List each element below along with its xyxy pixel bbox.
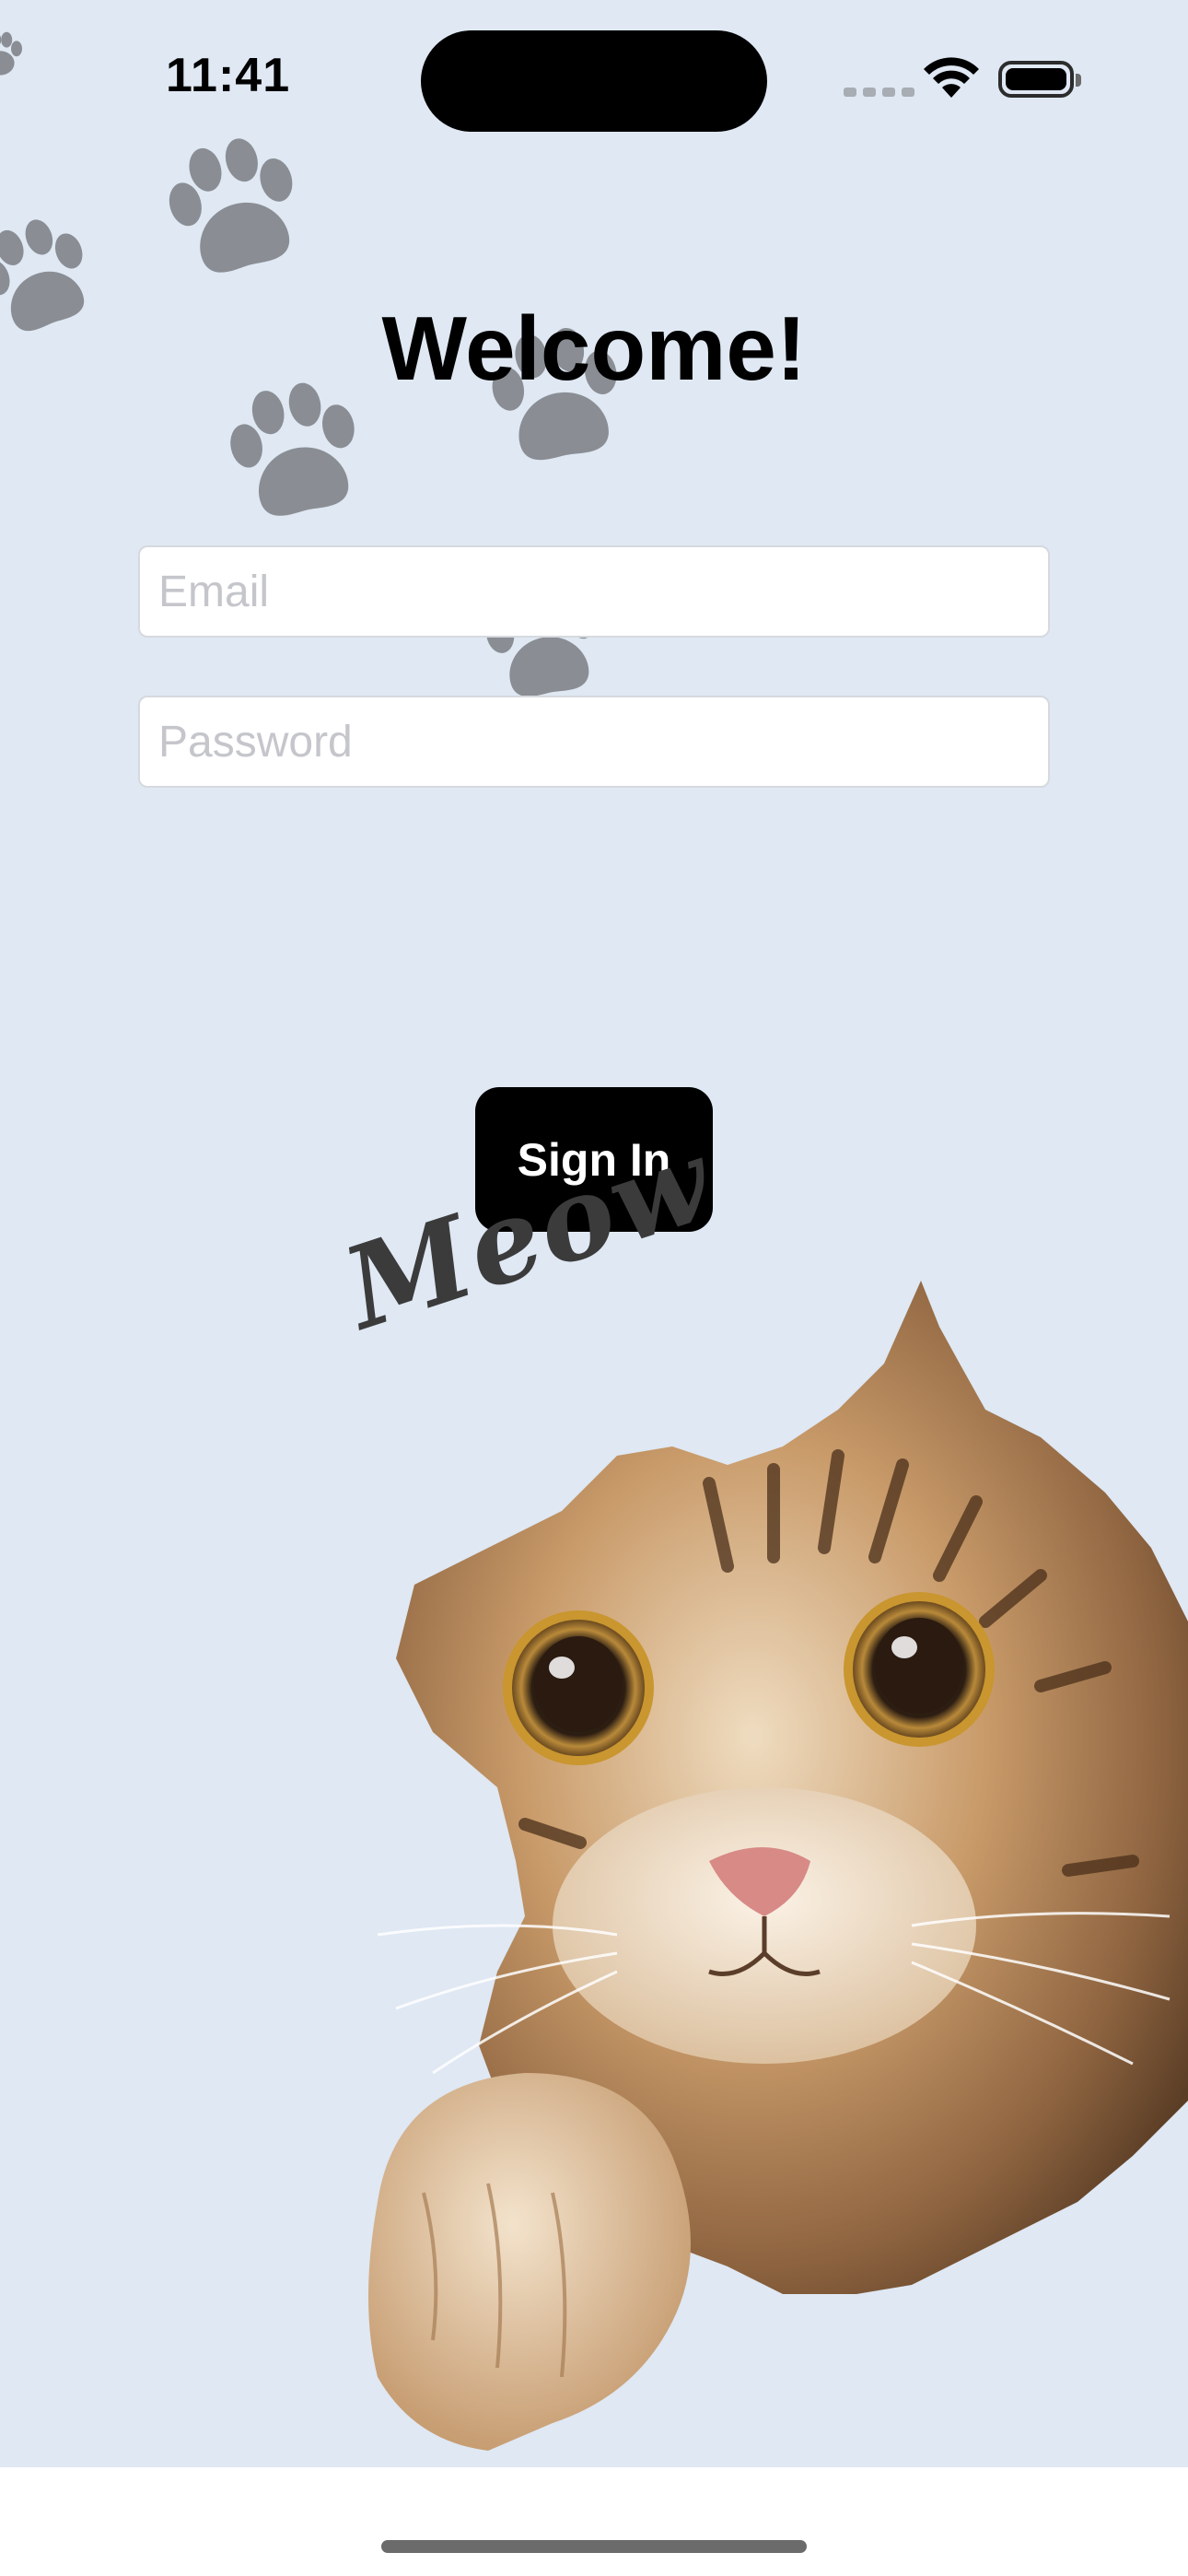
home-indicator[interactable] [381,2540,807,2553]
email-field[interactable] [138,545,1050,638]
paw-print-icon [139,111,331,303]
wifi-icon [921,53,982,104]
battery-full-icon [998,61,1081,98]
login-screen: 11:41 Welcome! Sign In Meow [0,0,1188,2467]
password-field[interactable] [138,696,1050,788]
status-time: 11:41 [166,49,291,102]
dynamic-island [421,30,767,132]
peeking-cat-image [341,1271,1188,2467]
cellular-signal-icon [844,85,921,101]
paw-print-icon [0,18,28,92]
page-title: Welcome! [381,298,807,399]
